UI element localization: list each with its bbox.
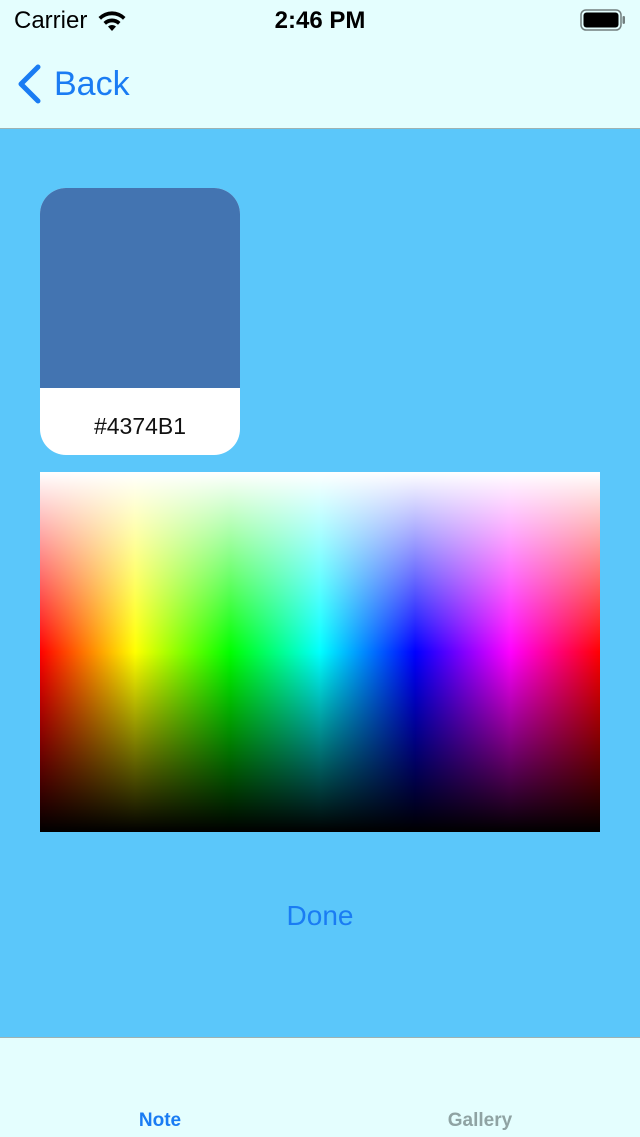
- tab-bar: Note Gallery: [0, 1037, 640, 1137]
- back-button[interactable]: Back: [16, 64, 130, 104]
- back-label: Back: [54, 64, 130, 103]
- navigation-bar: Back: [0, 40, 640, 129]
- done-button[interactable]: Done: [220, 894, 420, 938]
- color-picker-screen: #4374B1 Done: [0, 129, 640, 1037]
- color-spectrum-picker[interactable]: [40, 472, 600, 832]
- tab-gallery[interactable]: Gallery: [320, 1110, 640, 1132]
- color-swatch: [40, 188, 240, 388]
- status-time: 2:46 PM: [274, 7, 366, 34]
- color-swatch-card: #4374B1: [40, 188, 240, 455]
- battery-icon: [580, 9, 625, 31]
- chevron-left-icon: [18, 64, 41, 104]
- tab-note[interactable]: Note: [0, 1110, 320, 1132]
- status-bar: Carrier 2:46 PM: [0, 0, 640, 40]
- hex-value-label: #4374B1: [93, 413, 187, 439]
